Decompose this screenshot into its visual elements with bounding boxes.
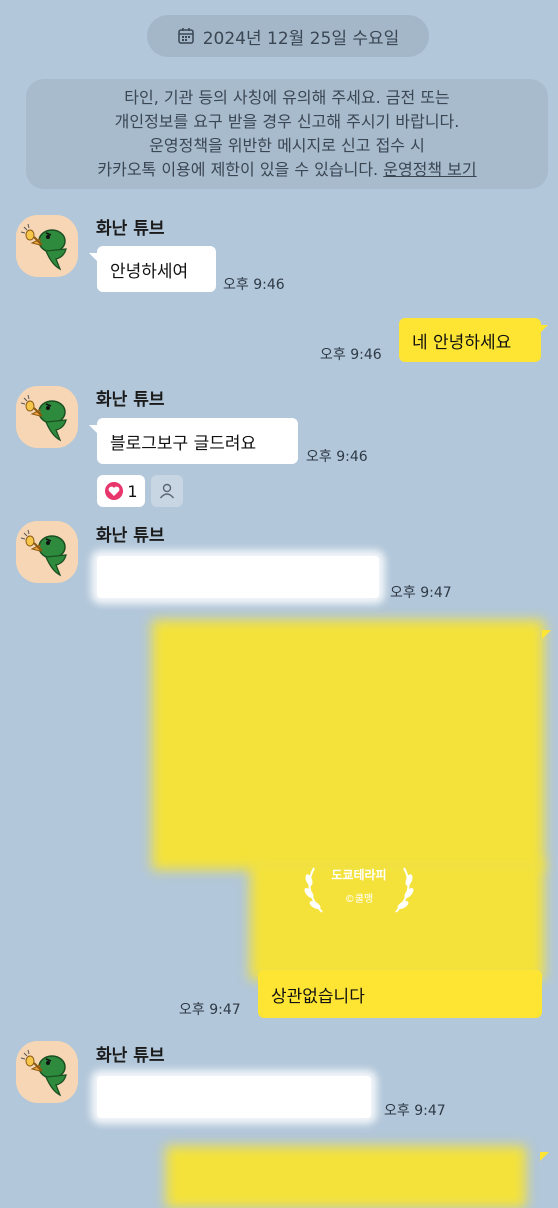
notice-line-4: 카카오톡 이용에 제한이 있을 수 있습니다. [97, 160, 384, 179]
add-reaction-button[interactable] [151, 475, 183, 507]
angry-tube-avatar-icon [16, 521, 78, 583]
watermark: 도쿄테라피 ©쿨맹 [300, 862, 418, 922]
notice-line-3: 운영정책을 위반한 메시지로 신고 접수 시 [149, 136, 425, 155]
notice-line-2: 개인정보를 요구 받을 경우 신고해 주시기 바랍니다. [114, 112, 460, 131]
safety-notice: 타인, 기관 등의 사칭에 유의해 주세요. 금전 또는 개인정보를 요구 받을… [26, 79, 548, 189]
person-icon [159, 483, 175, 499]
sender-name: 화난 튜브 [96, 1046, 165, 1066]
blurred-message-bubble[interactable] [166, 1146, 526, 1208]
date-divider: 2024년 12월 25일 수요일 [147, 15, 429, 57]
avatar[interactable] [16, 386, 78, 448]
avatar[interactable] [16, 1041, 78, 1103]
calendar-icon [177, 28, 194, 44]
angry-tube-avatar-icon [16, 1041, 78, 1103]
bubble-tail [542, 630, 551, 639]
watermark-title: 도쿄테라피 [331, 868, 387, 882]
bubble-tail [540, 1152, 549, 1161]
message-bubble[interactable]: 블로그보구 글드려요 [97, 418, 298, 464]
avatar[interactable] [16, 521, 78, 583]
blurred-message-bubble[interactable] [97, 1076, 371, 1118]
sender-name: 화난 튜브 [96, 526, 165, 546]
policy-link[interactable]: 운영정책 보기 [383, 160, 476, 179]
angry-tube-avatar-icon [16, 386, 78, 448]
bubble-tail [539, 325, 548, 334]
notice-line-1: 타인, 기관 등의 사칭에 유의해 주세요. 금전 또는 [124, 88, 450, 107]
message-time: 오후 9:47 [384, 1103, 446, 1119]
sender-name: 화난 튜브 [96, 390, 165, 410]
message-time: 오후 9:46 [320, 347, 382, 363]
blurred-message-bubble[interactable] [97, 556, 379, 598]
message-time: 오후 9:47 [390, 585, 452, 601]
angry-tube-avatar-icon [16, 215, 78, 277]
sender-name: 화난 튜브 [96, 219, 165, 239]
date-label: 2024년 12월 25일 수요일 [202, 28, 400, 49]
reaction-count: 1 [127, 481, 138, 501]
heart-icon [105, 482, 124, 500]
heart-reaction[interactable]: 1 [97, 475, 145, 507]
watermark-credit: ©쿨맹 [344, 894, 374, 905]
message-time: 오후 9:46 [223, 277, 285, 293]
message-bubble[interactable]: 상관없습니다 [258, 970, 542, 1018]
message-bubble[interactable]: 안녕하세여 [97, 246, 216, 292]
message-bubble[interactable]: 네 안녕하세요 [399, 318, 541, 362]
message-time: 오후 9:47 [179, 1002, 241, 1018]
blurred-image-message[interactable] [152, 620, 544, 870]
message-time: 오후 9:46 [306, 449, 368, 465]
avatar[interactable] [16, 215, 78, 277]
